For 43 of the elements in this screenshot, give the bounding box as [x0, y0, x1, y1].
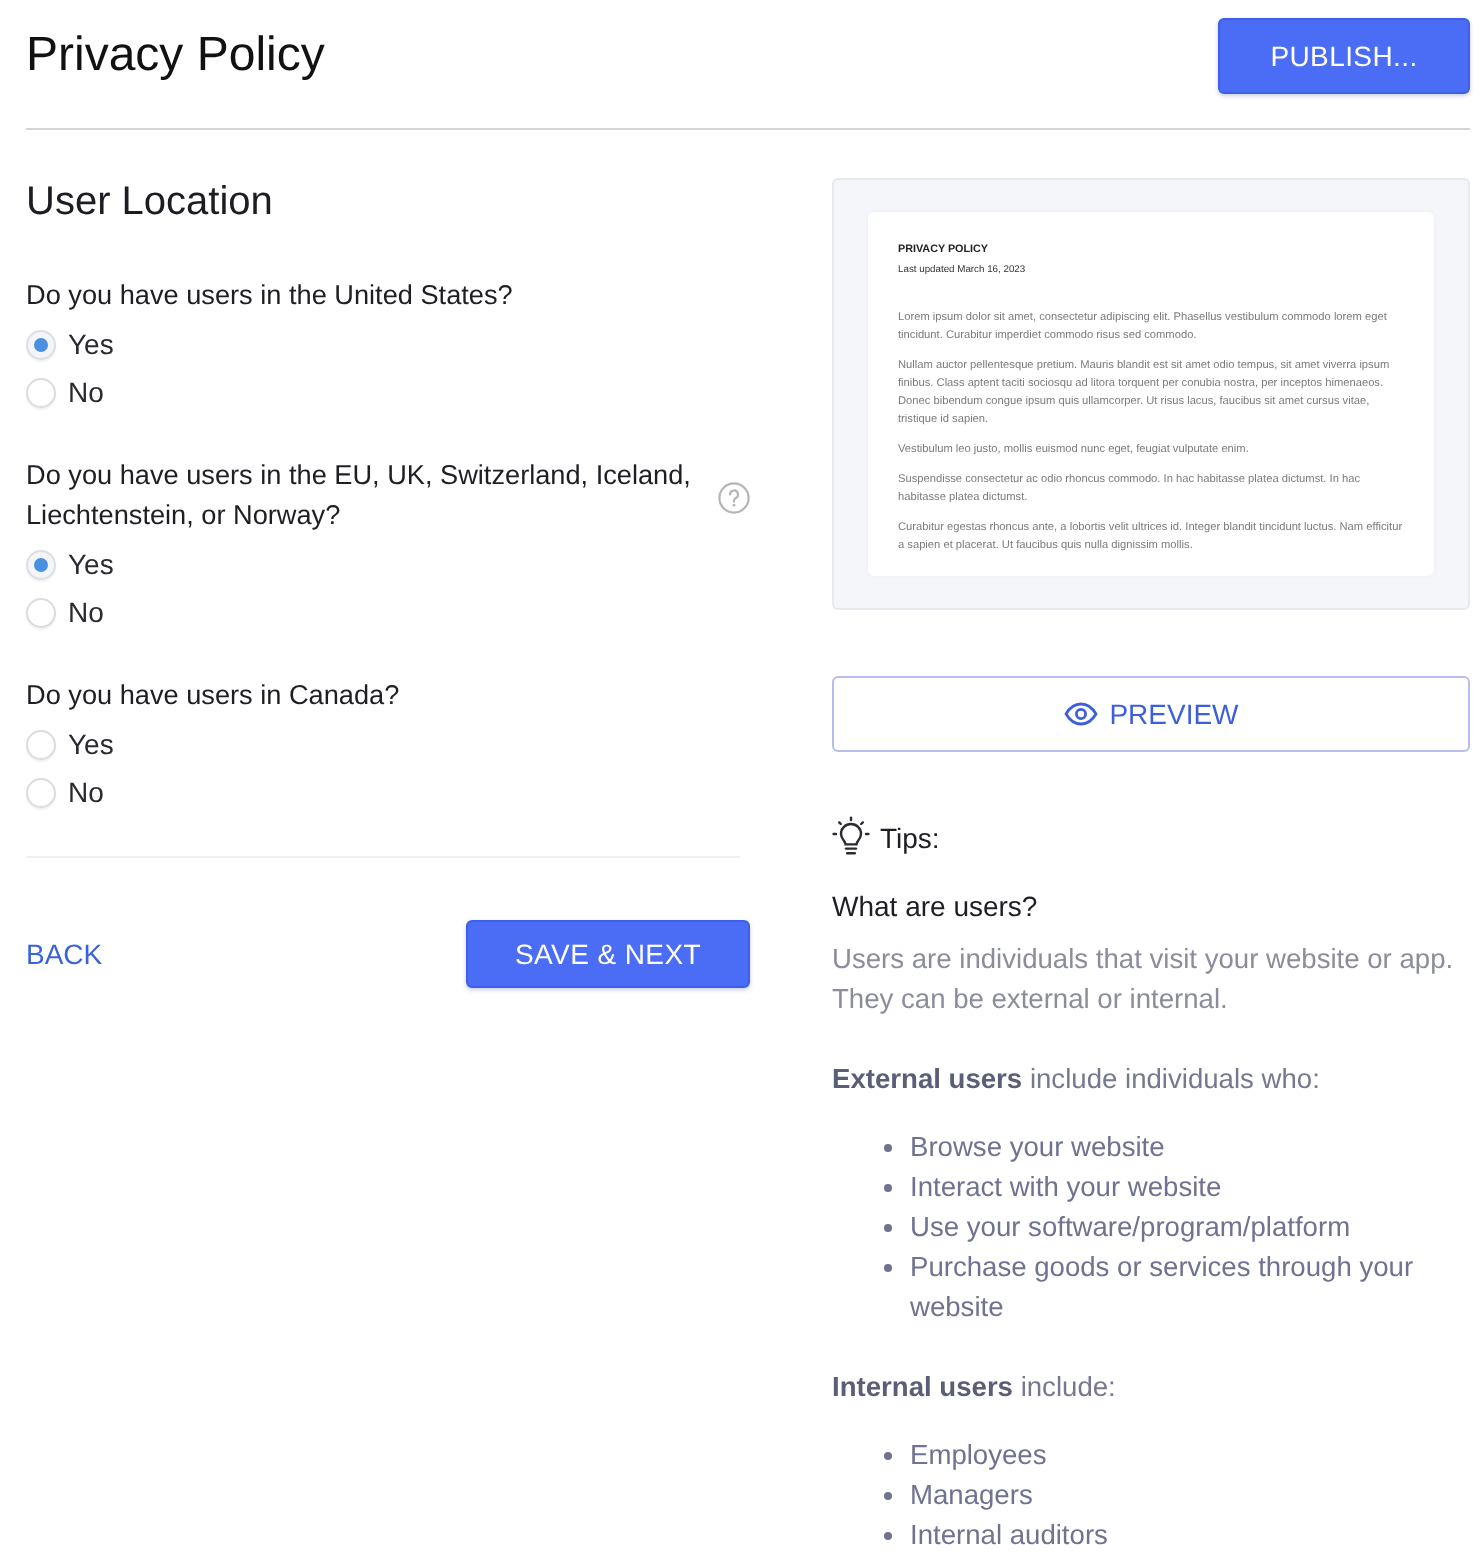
option-label: Yes — [68, 728, 114, 760]
radio-button[interactable] — [26, 549, 56, 579]
option-label: No — [68, 596, 104, 628]
bullet-icon — [884, 1264, 892, 1272]
tips-label: Tips: — [880, 821, 940, 853]
list-item-text: Purchase goods or services through your website — [910, 1250, 1416, 1326]
list-item-text: Use your software/program/platform — [910, 1210, 1351, 1246]
bullet-icon — [884, 1224, 892, 1232]
option-label: No — [68, 376, 104, 408]
tips-lead-text: External users include individuals who: — [832, 1062, 1322, 1098]
radio-button[interactable] — [26, 777, 56, 807]
save-next-button[interactable]: SAVE & NEXT — [466, 920, 750, 988]
list-item-text: Employees — [910, 1438, 1047, 1474]
publish-button[interactable]: PUBLISH... — [1218, 18, 1470, 94]
bullet-icon — [884, 1452, 892, 1460]
preview-button[interactable]: PREVIEW — [832, 676, 1470, 752]
question-text: Do you have users in the United States? — [26, 278, 515, 314]
list-item-text: Managers — [910, 1478, 1033, 1514]
bullet-icon — [884, 1532, 892, 1540]
bullet-icon — [884, 1144, 892, 1152]
list-item-text: Browse your website — [910, 1130, 1165, 1166]
eye-icon — [1063, 702, 1098, 726]
radio-button[interactable] — [26, 597, 56, 627]
option-label: No — [68, 776, 104, 808]
question-text: Do you have users in the EU, UK, Switzerland, Iceland, Liechtenstein, or Norway? — [26, 458, 693, 534]
radio-button[interactable] — [26, 377, 56, 407]
list-item-text: Internal auditors — [910, 1518, 1108, 1554]
back-link[interactable]: BACK — [26, 938, 103, 970]
option-label: Yes — [68, 328, 114, 360]
bullet-icon — [884, 1492, 892, 1500]
option-label: Yes — [68, 548, 114, 580]
bullet-icon — [884, 1184, 892, 1192]
tips-lead-text: Internal users include: — [832, 1370, 1118, 1406]
page-title: Privacy Policy — [26, 26, 325, 86]
lightbulb-icon — [832, 816, 870, 858]
tips-text: Users are individuals that visit your website or app. They can be external or internal. — [832, 942, 1456, 1018]
help-icon[interactable] — [718, 482, 750, 514]
question-text: Do you have users in Canada? — [26, 678, 402, 714]
section-title: User Location — [26, 178, 275, 226]
radio-button[interactable] — [26, 329, 56, 359]
radio-button[interactable] — [26, 729, 56, 759]
tips-heading: What are users? — [832, 888, 1040, 926]
list-item-text: Interact with your website — [910, 1170, 1222, 1206]
